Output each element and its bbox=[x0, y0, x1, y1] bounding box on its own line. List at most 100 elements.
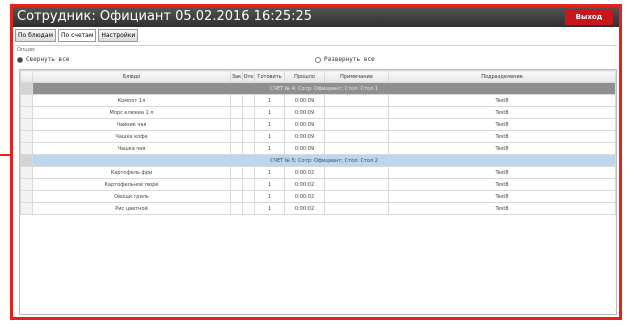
bills-grid: Блюдо Зак Отк Готовить Прошло Примечание… bbox=[19, 69, 617, 315]
cell-cook: 1 bbox=[254, 202, 285, 215]
radio-unchecked-icon bbox=[315, 56, 321, 63]
cell-ordered bbox=[230, 178, 243, 191]
table-row[interactable]: Морс клюква 1 л 1 0:00:09 Test8 bbox=[20, 106, 616, 119]
cell-dish: Чашка чая bbox=[32, 142, 231, 155]
cell-ordered bbox=[230, 106, 243, 119]
cell-note bbox=[324, 142, 389, 155]
cell-elapsed: 0:00:09 bbox=[284, 142, 325, 155]
row-selector[interactable] bbox=[20, 178, 33, 191]
column-header-cancelled[interactable]: Отк bbox=[242, 70, 255, 83]
options-group: Опции: Свернуть все Развернуть все bbox=[15, 45, 617, 68]
cell-note bbox=[324, 202, 389, 215]
table-row[interactable]: Картофельное пюре 1 0:00:02 Test8 bbox=[20, 178, 616, 191]
cell-elapsed: 0:00:09 bbox=[284, 118, 325, 131]
row-selector[interactable] bbox=[20, 154, 33, 167]
table-row[interactable]: Чайник чая 1 0:00:09 Test8 bbox=[20, 118, 616, 131]
cell-ordered bbox=[230, 142, 243, 155]
bill-group-header: СЧЕТ № 5; Сотр: Официант; Стол: Стол 2 bbox=[32, 154, 616, 167]
cell-dish: Чашка кофе bbox=[32, 130, 231, 143]
app-window: Сотрудник: Официант 05.02.2016 16:25:25 … bbox=[10, 4, 622, 320]
cell-note bbox=[324, 178, 389, 191]
cell-cancelled bbox=[242, 190, 255, 203]
cell-note bbox=[324, 94, 389, 107]
cell-department: Test8 bbox=[388, 202, 616, 215]
cell-cancelled bbox=[242, 130, 255, 143]
cell-elapsed: 0:00:09 bbox=[284, 106, 325, 119]
cell-cancelled bbox=[242, 202, 255, 215]
cell-note bbox=[324, 118, 389, 131]
cell-dish: Овощи гриль bbox=[32, 190, 231, 203]
expand-all-label: Развернуть все bbox=[324, 56, 375, 63]
cell-cook: 1 bbox=[254, 166, 285, 179]
cell-cancelled bbox=[242, 166, 255, 179]
cell-ordered bbox=[230, 94, 243, 107]
cell-elapsed: 0:00:09 bbox=[284, 130, 325, 143]
cell-cook: 1 bbox=[254, 94, 285, 107]
collapse-all-label: Свернуть все bbox=[26, 56, 70, 63]
row-selector[interactable] bbox=[20, 106, 33, 119]
row-selector[interactable] bbox=[20, 202, 33, 215]
bills-table: Блюдо Зак Отк Готовить Прошло Примечание… bbox=[20, 70, 616, 215]
cell-department: Test8 bbox=[388, 94, 616, 107]
table-body: СЧЕТ № 4; Сотр: Официант; Стол: Стол 1 Ко… bbox=[20, 82, 616, 215]
cell-elapsed: 0:00:02 bbox=[284, 190, 325, 203]
column-header-cook[interactable]: Готовить bbox=[254, 70, 285, 83]
table-row[interactable]: Чашка кофе 1 0:00:09 Test8 bbox=[20, 130, 616, 143]
row-selector[interactable] bbox=[20, 94, 33, 107]
cell-cancelled bbox=[242, 118, 255, 131]
cell-dish: Компот 1л bbox=[32, 94, 231, 107]
cell-elapsed: 0:00:02 bbox=[284, 166, 325, 179]
radio-checked-icon bbox=[17, 56, 23, 63]
collapse-all-radio[interactable]: Свернуть все bbox=[17, 56, 69, 63]
column-header-department[interactable]: Подразделение bbox=[388, 70, 616, 83]
column-header-note[interactable]: Примечание bbox=[324, 70, 389, 83]
cell-elapsed: 0:00:02 bbox=[284, 178, 325, 191]
cell-ordered bbox=[230, 190, 243, 203]
row-selector[interactable] bbox=[20, 82, 33, 95]
table-row[interactable]: Рис цветной 1 0:00:02 Test8 bbox=[20, 202, 616, 215]
table-row[interactable]: Компот 1л 1 0:00:09 Test8 bbox=[20, 94, 616, 107]
cell-department: Test8 bbox=[388, 106, 616, 119]
cell-cook: 1 bbox=[254, 106, 285, 119]
window-title: Сотрудник: Официант 05.02.2016 16:25:25 bbox=[17, 9, 313, 24]
row-selector[interactable] bbox=[20, 118, 33, 131]
table-row[interactable]: Чашка чая 1 0:00:09 Test8 bbox=[20, 142, 616, 155]
tab-settings[interactable]: Настройки bbox=[98, 29, 139, 42]
tab-bar: По блюдам По счетам Настройки bbox=[15, 29, 139, 42]
expand-all-radio[interactable]: Развернуть все bbox=[315, 56, 375, 63]
cell-note bbox=[324, 106, 389, 119]
cell-dish: Морс клюква 1 л bbox=[32, 106, 231, 119]
cell-dish: Чайник чая bbox=[32, 118, 231, 131]
cell-department: Test8 bbox=[388, 130, 616, 143]
table-row[interactable]: Картофель фри 1 0:00:02 Test8 bbox=[20, 166, 616, 179]
cell-department: Test8 bbox=[388, 190, 616, 203]
cell-ordered bbox=[230, 130, 243, 143]
column-header-dish[interactable]: Блюдо bbox=[32, 70, 231, 83]
row-selector-header bbox=[20, 70, 33, 83]
cell-department: Test8 bbox=[388, 142, 616, 155]
cell-ordered bbox=[230, 166, 243, 179]
column-header-ordered[interactable]: Зак bbox=[230, 70, 243, 83]
cell-cook: 1 bbox=[254, 178, 285, 191]
tab-by-dishes[interactable]: По блюдам bbox=[15, 29, 57, 42]
cell-department: Test8 bbox=[388, 178, 616, 191]
row-selector[interactable] bbox=[20, 142, 33, 155]
cell-cancelled bbox=[242, 106, 255, 119]
row-selector[interactable] bbox=[20, 190, 33, 203]
cell-cancelled bbox=[242, 178, 255, 191]
cell-ordered bbox=[230, 202, 243, 215]
bill-group-row[interactable]: СЧЕТ № 4; Сотр: Официант; Стол: Стол 1 bbox=[20, 82, 616, 95]
row-selector[interactable] bbox=[20, 130, 33, 143]
cell-department: Test8 bbox=[388, 166, 616, 179]
title-bar: Сотрудник: Официант 05.02.2016 16:25:25 … bbox=[13, 7, 619, 27]
cell-cancelled bbox=[242, 94, 255, 107]
cell-department: Test8 bbox=[388, 118, 616, 131]
bill-group-row[interactable]: СЧЕТ № 5; Сотр: Официант; Стол: Стол 2 bbox=[20, 154, 616, 167]
options-label: Опции: bbox=[17, 47, 36, 53]
table-row[interactable]: Овощи гриль 1 0:00:02 Test8 bbox=[20, 190, 616, 203]
column-header-elapsed[interactable]: Прошло bbox=[284, 70, 325, 83]
cell-note bbox=[324, 130, 389, 143]
row-selector[interactable] bbox=[20, 166, 33, 179]
exit-button[interactable]: Выход bbox=[565, 9, 613, 25]
tab-by-bills[interactable]: По счетам bbox=[58, 29, 97, 42]
